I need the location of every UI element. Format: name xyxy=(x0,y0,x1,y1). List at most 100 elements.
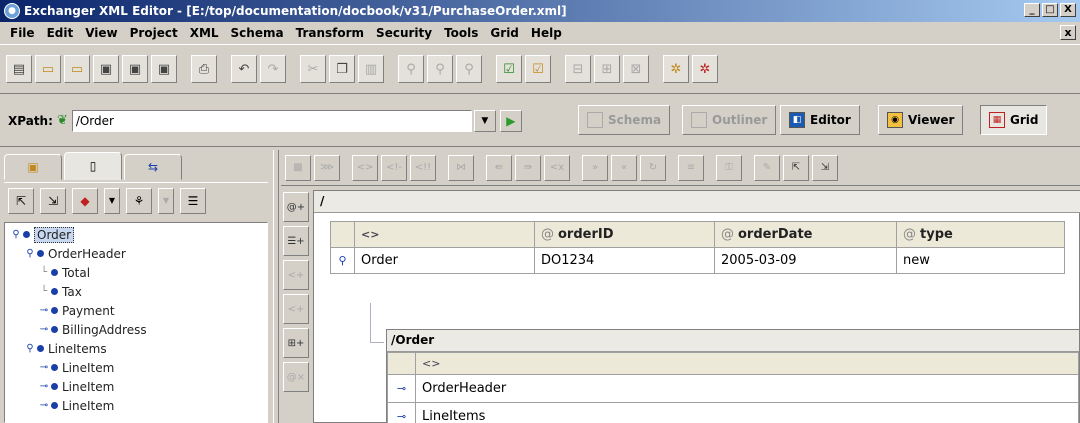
split-icon[interactable]: ⊞ xyxy=(594,55,620,83)
menu-schema[interactable]: Schema xyxy=(225,26,290,40)
expand-icon[interactable]: ⚲ xyxy=(9,229,23,240)
collapse-grid-icon[interactable]: ⇱ xyxy=(783,154,809,181)
execute-scenario-icon[interactable]: ✲ xyxy=(663,55,689,83)
show-attributes-icon[interactable]: ◆ xyxy=(72,187,98,214)
cell-element[interactable]: OrderHeader xyxy=(415,374,1079,403)
cell-type[interactable]: new xyxy=(896,247,1065,274)
paste-icon[interactable]: ▥ xyxy=(358,55,384,83)
expand-icon[interactable]: ⚲ xyxy=(23,343,37,354)
filter-dropdown-icon[interactable]: ▼ xyxy=(158,187,174,214)
close-split-icon[interactable]: ⊠ xyxy=(623,55,649,83)
outliner-view-button[interactable]: Outliner xyxy=(682,105,777,135)
comment-icon[interactable]: <!- xyxy=(381,154,407,181)
expand-icon[interactable]: ⊸ xyxy=(37,400,51,411)
table-row[interactable]: ⊸ LineItems xyxy=(387,402,1079,423)
tree-node-total[interactable]: └ Total xyxy=(5,263,267,282)
grid-view-button[interactable]: ▦ Grid xyxy=(980,105,1048,135)
schema-view-button[interactable]: Schema xyxy=(578,105,671,135)
add-child-icon[interactable]: ⊞+ xyxy=(283,328,309,358)
tree-node-orderheader[interactable]: ⚲ OrderHeader xyxy=(5,244,267,263)
sort-icon[interactable]: ☰ xyxy=(180,187,206,214)
move-left-icon[interactable]: ⇚ xyxy=(486,154,512,181)
menu-view[interactable]: View xyxy=(79,26,123,40)
lock-document-icon[interactable]: ⚿ xyxy=(716,154,742,181)
save-as-icon[interactable]: ▣ xyxy=(122,55,148,83)
menu-project[interactable]: Project xyxy=(124,26,184,40)
nested-column-header[interactable]: <> xyxy=(415,352,1079,375)
tree-node-lineitem[interactable]: ⊸ LineItem xyxy=(5,358,267,377)
xpath-dropdown-icon[interactable]: ▼ xyxy=(473,109,496,132)
grid-image-icon[interactable]: ▩ xyxy=(285,154,311,181)
tree-node-tax[interactable]: └ Tax xyxy=(5,282,267,301)
cell-element[interactable]: LineItems xyxy=(415,402,1079,423)
split-element-icon[interactable]: ⋙ xyxy=(314,154,340,181)
panel-splitter[interactable] xyxy=(273,150,279,423)
expand-icon[interactable]: ⊸ xyxy=(37,305,51,316)
execute-previous-icon[interactable]: ✲ xyxy=(692,55,718,83)
tree-node-lineitem[interactable]: ⊸ LineItem xyxy=(5,377,267,396)
menu-grid[interactable]: Grid xyxy=(484,26,524,40)
refresh-icon[interactable]: ↻ xyxy=(640,154,666,181)
expand-all-icon[interactable]: ⇲ xyxy=(40,187,66,214)
cut-icon[interactable]: ✂ xyxy=(300,55,326,83)
edit-icon[interactable]: ✎ xyxy=(754,154,780,181)
open-file-icon[interactable]: ▭ xyxy=(35,55,61,83)
save-all-icon[interactable]: ▣ xyxy=(151,55,177,83)
find-next-icon[interactable]: ⚲ xyxy=(427,55,453,83)
indent-icon[interactable]: ⊟ xyxy=(565,55,591,83)
minimize-button[interactable]: _ xyxy=(1024,3,1040,17)
filter-icon[interactable]: ⚘ xyxy=(126,187,152,214)
tab-project[interactable]: ▣ xyxy=(4,154,62,180)
maximize-button[interactable]: □ xyxy=(1042,3,1058,17)
menu-tools[interactable]: Tools xyxy=(438,26,484,40)
print-icon[interactable]: ⎙ xyxy=(191,55,217,83)
collapse-row-icon[interactable]: ⚲ xyxy=(330,247,355,274)
undo-icon[interactable]: ↶ xyxy=(231,55,257,83)
column-header-type[interactable]: @ type xyxy=(896,221,1065,248)
attributes-dropdown-icon[interactable]: ▼ xyxy=(104,187,120,214)
tree-node-payment[interactable]: ⊸ Payment xyxy=(5,301,267,320)
expand-row-icon[interactable]: ⊸ xyxy=(387,402,416,423)
tab-navigator[interactable]: ⇆ xyxy=(124,154,182,180)
expand-icon[interactable]: ⊸ xyxy=(37,324,51,335)
tree-node-order[interactable]: ⚲ Order xyxy=(5,225,267,244)
redo-icon[interactable]: ↷ xyxy=(260,55,286,83)
cell-orderdate[interactable]: 2005-03-09 xyxy=(714,247,897,274)
prev-icon[interactable]: » xyxy=(582,154,608,181)
expand-row-icon[interactable]: ⊸ xyxy=(387,374,416,403)
menu-file[interactable]: File xyxy=(4,26,41,40)
expand-icon[interactable]: ⊸ xyxy=(37,362,51,373)
check-wellformed-icon[interactable]: ☑ xyxy=(496,55,522,83)
tree-node-lineitems[interactable]: ⚲ LineItems xyxy=(5,339,267,358)
tag-icon[interactable]: <> xyxy=(352,154,378,181)
next-icon[interactable]: « xyxy=(611,154,637,181)
expand-icon[interactable]: ⊸ xyxy=(37,381,51,392)
cell-orderid[interactable]: DO1234 xyxy=(534,247,715,274)
editor-view-button[interactable]: ◧ Editor xyxy=(780,105,860,135)
lock-icon[interactable]: ⋈ xyxy=(448,154,474,181)
xpath-input[interactable] xyxy=(71,109,472,132)
menu-help[interactable]: Help xyxy=(525,26,568,40)
add-attribute-icon[interactable]: @+ xyxy=(283,192,309,222)
column-header-element[interactable]: <> xyxy=(354,221,535,248)
tree-node-lineitem[interactable]: ⊸ LineItem xyxy=(5,396,267,415)
copy-icon[interactable]: ❐ xyxy=(329,55,355,83)
tab-outline[interactable]: ▯ xyxy=(64,152,122,180)
expand-icon[interactable]: ⚲ xyxy=(23,248,37,259)
cdata-icon[interactable]: <!! xyxy=(410,154,436,181)
table-row[interactable]: ⊸ OrderHeader xyxy=(387,374,1079,403)
collapse-all-icon[interactable]: ⇱ xyxy=(8,187,34,214)
table-row[interactable]: ⚲ Order DO1234 2005-03-09 new xyxy=(330,247,1065,274)
menu-security[interactable]: Security xyxy=(370,26,438,40)
document-close-button[interactable]: x xyxy=(1060,25,1076,40)
menu-transform[interactable]: Transform xyxy=(290,26,370,40)
save-icon[interactable]: ▣ xyxy=(93,55,119,83)
column-header-orderdate[interactable]: @ orderDate xyxy=(714,221,897,248)
new-file-icon[interactable]: ▤ xyxy=(6,55,32,83)
tree-node-billingaddress[interactable]: ⊸ BillingAddress xyxy=(5,320,267,339)
format-icon[interactable]: ≡ xyxy=(678,154,704,181)
expand-grid-icon[interactable]: ⇲ xyxy=(812,154,838,181)
replace-icon[interactable]: ⚲ xyxy=(456,55,482,83)
column-header-orderid[interactable]: @ orderID xyxy=(534,221,715,248)
add-text-icon[interactable]: ☰+ xyxy=(283,226,309,256)
